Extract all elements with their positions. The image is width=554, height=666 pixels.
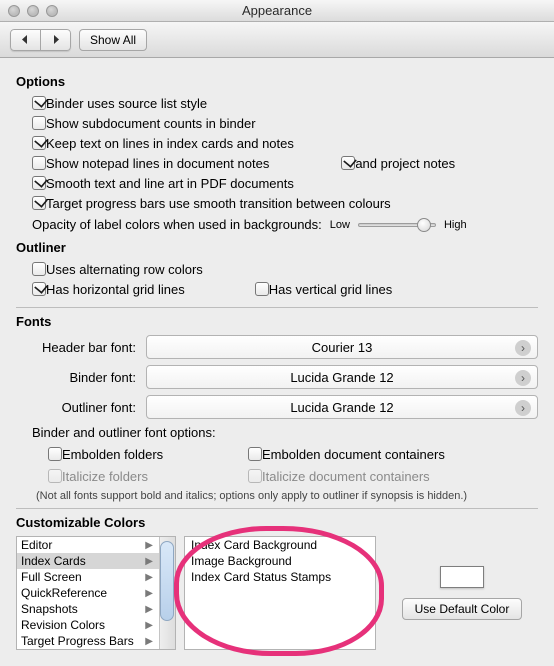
checkbox-italic-folders [48, 469, 62, 483]
forward-button[interactable] [41, 29, 71, 51]
outliner-heading: Outliner [16, 240, 538, 255]
color-subitem[interactable]: Image Background [185, 553, 375, 569]
option-label: Show notepad lines in document notes [46, 156, 269, 171]
checkbox-binder-source-list[interactable] [32, 96, 46, 110]
options-heading: Options [16, 74, 538, 89]
chevron-right-icon: ▶ [145, 556, 153, 567]
binder-font-value: Lucida Grande 12 [290, 370, 393, 385]
scrollbar[interactable] [159, 537, 175, 649]
back-button[interactable] [10, 29, 41, 51]
chevron-left-icon [21, 35, 30, 44]
color-category-list[interactable]: Editor▶ Index Cards▶ Full Screen▶ QuickR… [16, 536, 176, 650]
option-label: Smooth text and line art in PDF document… [46, 176, 294, 191]
binder-font-field[interactable]: Lucida Grande 12 › [146, 365, 538, 389]
option-label: Keep text on lines in index cards and no… [46, 136, 294, 151]
checkbox-keep-text-lines[interactable] [32, 136, 46, 150]
color-category-item[interactable]: Snapshots▶ [17, 601, 175, 617]
option-label: and project notes [355, 156, 455, 171]
color-subitem[interactable]: Index Card Status Stamps [185, 569, 375, 585]
color-category-item[interactable]: Revision Colors▶ [17, 617, 175, 633]
window-titlebar: Appearance [0, 0, 554, 22]
slider-knob[interactable] [417, 218, 431, 232]
option-label: Italicize folders [62, 469, 148, 484]
color-category-item[interactable]: Full Screen▶ [17, 569, 175, 585]
checkbox-project-notes[interactable] [341, 156, 355, 170]
color-swatch[interactable] [440, 566, 484, 588]
checkbox-smooth-pdf[interactable] [32, 176, 46, 190]
opacity-high-label: High [444, 219, 467, 231]
binder-font-label: Binder font: [16, 370, 146, 385]
chevron-right-icon: ▶ [145, 636, 153, 647]
fonts-group: Header bar font: Courier 13 › Binder fon… [16, 335, 538, 502]
chevron-right-icon: ▶ [145, 620, 153, 631]
checkbox-progress-smooth[interactable] [32, 196, 46, 210]
toolbar: Show All [0, 22, 554, 58]
popup-arrow-icon: › [515, 400, 531, 416]
scroll-thumb[interactable] [160, 541, 174, 621]
color-category-item[interactable]: Target Progress Bars▶ [17, 633, 175, 649]
opacity-label: Opacity of label colors when used in bac… [32, 217, 322, 232]
nav-segment [10, 29, 71, 51]
fonts-heading: Fonts [16, 314, 538, 329]
header-font-label: Header bar font: [16, 340, 146, 355]
color-subitem[interactable]: Index Card Background [185, 537, 375, 553]
option-label: Target progress bars use smooth transiti… [46, 196, 391, 211]
colors-heading: Customizable Colors [16, 515, 538, 530]
checkbox-embolden-folders[interactable] [48, 447, 62, 461]
chevron-right-icon: ▶ [145, 588, 153, 599]
chevron-right-icon: ▶ [145, 572, 153, 583]
option-label: Show subdocument counts in binder [46, 116, 256, 131]
chevron-right-icon [51, 35, 60, 44]
popup-arrow-icon: › [515, 340, 531, 356]
opacity-slider[interactable] [358, 223, 436, 227]
outliner-group: Uses alternating row colors Has horizont… [32, 259, 538, 299]
checkbox-alt-rows[interactable] [32, 262, 46, 276]
chevron-right-icon: ▶ [145, 604, 153, 615]
header-font-value: Courier 13 [312, 340, 373, 355]
checkbox-v-grid[interactable] [255, 282, 269, 296]
option-label: Uses alternating row colors [46, 262, 203, 277]
checkbox-italic-containers [248, 469, 262, 483]
option-label: Embolden folders [62, 447, 163, 462]
popup-arrow-icon: › [515, 370, 531, 386]
outliner-font-value: Lucida Grande 12 [290, 400, 393, 415]
window-title: Appearance [0, 3, 554, 18]
color-category-item[interactable]: Index Cards▶ [17, 553, 175, 569]
color-category-item[interactable]: QuickReference▶ [17, 585, 175, 601]
checkbox-embolden-containers[interactable] [248, 447, 262, 461]
color-category-item[interactable]: Editor▶ [17, 537, 175, 553]
option-label: Binder uses source list style [46, 96, 207, 111]
option-label: Embolden document containers [262, 447, 445, 462]
use-default-color-button[interactable]: Use Default Color [402, 598, 523, 620]
checkbox-h-grid[interactable] [32, 282, 46, 296]
checkbox-notepad-lines[interactable] [32, 156, 46, 170]
outliner-font-label: Outliner font: [16, 400, 146, 415]
header-font-field[interactable]: Courier 13 › [146, 335, 538, 359]
option-label: Has horizontal grid lines [46, 282, 185, 297]
color-swatch-area: Use Default Color [386, 536, 538, 650]
checkbox-subdoc-counts[interactable] [32, 116, 46, 130]
binder-font-options-label: Binder and outliner font options: [32, 425, 538, 440]
option-label: Italicize document containers [262, 469, 430, 484]
color-subitem-list[interactable]: Index Card Background Image Background I… [184, 536, 376, 650]
opacity-low-label: Low [330, 219, 350, 231]
chevron-right-icon: ▶ [145, 540, 153, 551]
option-label: Has vertical grid lines [269, 282, 393, 297]
options-group: Binder uses source list style Show subdo… [32, 93, 538, 232]
show-all-button[interactable]: Show All [79, 29, 147, 51]
outliner-font-field[interactable]: Lucida Grande 12 › [146, 395, 538, 419]
fonts-note: (Not all fonts support bold and italics;… [36, 490, 538, 502]
